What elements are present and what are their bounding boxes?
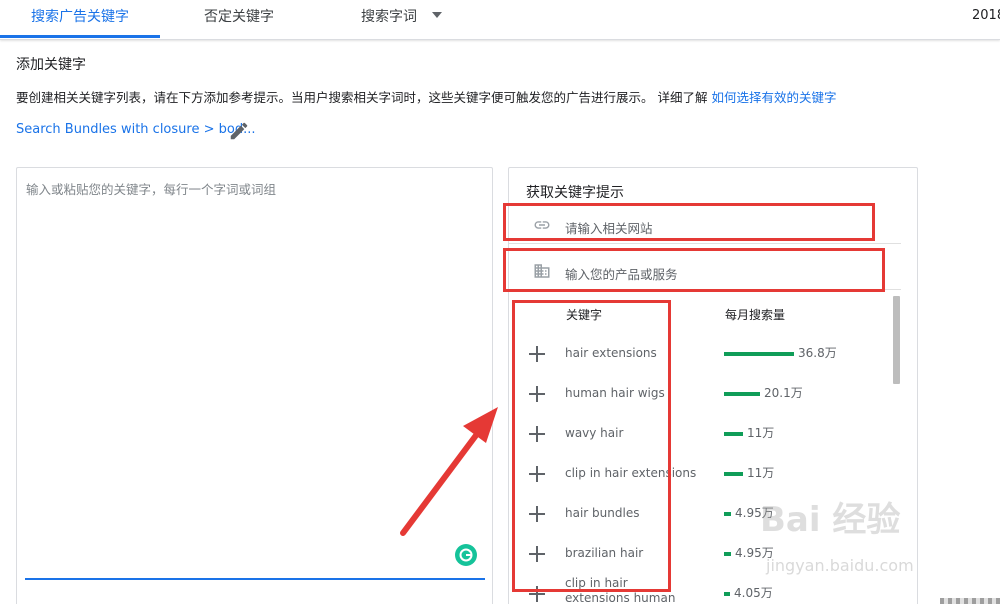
section-title: 添加关键字 [16, 57, 86, 73]
volume-bar [724, 512, 731, 516]
column-header-volume: 每月搜索量 [725, 308, 786, 322]
volume-bar [724, 552, 731, 556]
scrollbar-thumb[interactable] [893, 296, 900, 384]
volume-value: 20.1万 [764, 386, 803, 400]
tab-bar: 搜索广告关键字 否定关键字 搜索字词 2018 [0, 0, 1000, 40]
header-date: 2018 [972, 8, 1000, 23]
volume-bar [724, 592, 730, 596]
taskbar-strip [940, 598, 1000, 604]
active-tab-indicator [0, 35, 160, 38]
volume-value: 11万 [747, 426, 775, 440]
volume-bar [724, 472, 743, 476]
baidu-watermark: Bai 经验 [760, 500, 901, 540]
baidu-watermark-url: jingyan.baidu.com [766, 556, 914, 575]
bundle-link[interactable]: Search Bundles with closure > bod... [16, 122, 255, 137]
textarea-focus-underline [25, 578, 485, 580]
volume-bar [724, 432, 743, 436]
keyword-textarea[interactable]: 输入或粘贴您的关键字，每行一个字词或词组 [16, 167, 493, 604]
tab-search-terms[interactable]: 搜索字词 [361, 0, 417, 38]
annotation-box-website [503, 203, 875, 241]
keyword-ideas-title: 获取关键字提示 [526, 185, 624, 201]
volume-value: 11万 [747, 466, 775, 480]
learn-more-link[interactable]: 如何选择有效的关键字 [711, 90, 836, 105]
grammarly-icon[interactable] [455, 544, 477, 566]
tab-negative-keywords[interactable]: 否定关键字 [204, 0, 274, 38]
pencil-icon[interactable] [228, 120, 250, 142]
chevron-down-icon[interactable] [432, 12, 442, 18]
volume-bar [724, 392, 760, 396]
annotation-box-product [503, 248, 885, 292]
description-text: 要创建相关关键字列表，请在下方添加参考提示。当用户搜索相关字词时，这些关键字便可… [16, 90, 708, 105]
volume-value: 4.05万 [734, 586, 773, 600]
description: 要创建相关关键字列表，请在下方添加参考提示。当用户搜索相关字词时，这些关键字便可… [16, 87, 836, 106]
volume-value: 36.8万 [798, 346, 837, 360]
annotation-box-keywords [512, 300, 671, 592]
volume-bar [724, 352, 794, 356]
keyword-textarea-placeholder: 输入或粘贴您的关键字，每行一个字词或词组 [26, 182, 277, 197]
tab-search-keywords[interactable]: 搜索广告关键字 [31, 0, 129, 38]
